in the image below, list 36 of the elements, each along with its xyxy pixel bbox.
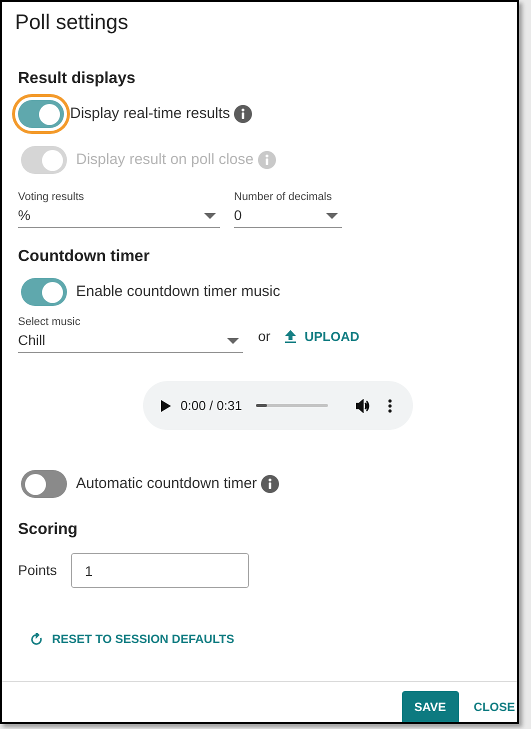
- info-icon[interactable]: [260, 475, 279, 493]
- toggle-label: Enable countdown timer music: [76, 282, 280, 302]
- close-button[interactable]: CLOSE: [474, 691, 515, 722]
- more-options-icon[interactable]: [388, 398, 392, 412]
- info-icon[interactable]: [234, 105, 252, 123]
- field-label: Voting results: [18, 190, 86, 204]
- toggle-switch[interactable]: [18, 100, 64, 128]
- dropdown-field[interactable]: 0: [234, 204, 342, 228]
- reset-defaults-button[interactable]: RESET TO SESSION DEFAULTS: [31, 630, 234, 648]
- dropdown-caret-icon: [204, 212, 216, 218]
- toggle-switch[interactable]: [21, 278, 67, 306]
- audio-time: 0:00 / 0:31: [180, 396, 242, 415]
- save-button[interactable]: SAVE: [402, 691, 459, 722]
- dropdown-field[interactable]: Chill: [18, 329, 243, 353]
- toggle-switch[interactable]: [21, 470, 67, 498]
- upload-button[interactable]: UPLOAD: [285, 326, 360, 346]
- toggle-label: Display result on poll close: [76, 150, 254, 170]
- dialog-title: Poll settings: [15, 10, 130, 36]
- play-icon[interactable]: [160, 400, 170, 412]
- or-text: or: [258, 327, 270, 346]
- points-field[interactable]: 1: [70, 553, 249, 588]
- field-label: Select music: [18, 315, 82, 329]
- volume-icon[interactable]: [356, 398, 370, 412]
- upload-icon: [285, 330, 296, 343]
- toggle-label: Display real-time results: [70, 104, 230, 124]
- section-heading: Scoring: [18, 520, 79, 540]
- field-label: Number of decimals: [234, 190, 333, 204]
- dropdown-field[interactable]: %: [18, 204, 220, 228]
- toggle-label: Automatic countdown timer: [76, 474, 257, 494]
- section-heading: Countdown timer: [18, 247, 151, 267]
- audio-progress-fill[interactable]: [256, 404, 267, 407]
- reset-icon: [31, 633, 42, 645]
- dropdown-caret-icon: [227, 338, 239, 344]
- section-heading: Result displays: [18, 69, 136, 89]
- dropdown-caret-icon: [326, 212, 338, 218]
- points-label: Points: [18, 561, 57, 580]
